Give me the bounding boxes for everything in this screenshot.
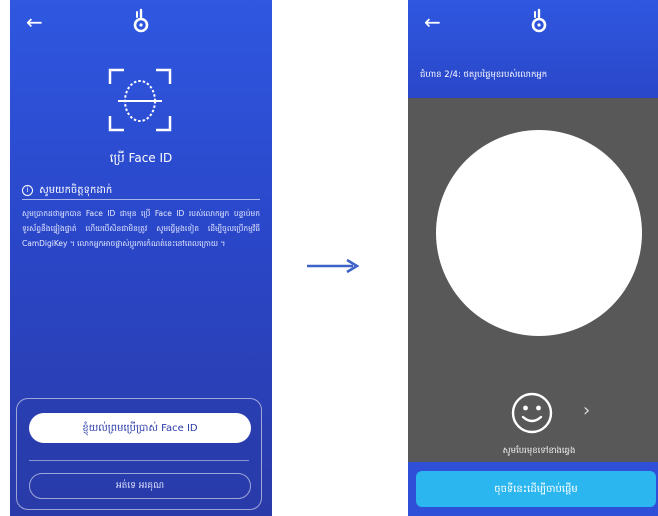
skip-button[interactable]: អត់ទេ អរគុណ xyxy=(29,473,251,499)
info-circle-icon: i xyxy=(22,184,33,196)
arrow-right-icon xyxy=(307,258,360,274)
header: ← ជំហាន 2/4: ថតរូបផ្ទៃមុខរបស់លោកអ្នក xyxy=(408,0,658,98)
agree-face-id-button[interactable]: ខ្ញុំយល់ព្រមប្រើប្រាស់ Face ID xyxy=(29,413,251,443)
smile-face-icon xyxy=(511,392,553,434)
note-title: i សូមយកចិត្តទុកដាក់ xyxy=(22,183,112,198)
key-logo-icon xyxy=(133,8,149,33)
note-body: សូមប្រាកដថាអ្នកបាន Face ID ជាមុន ប្រើ Fa… xyxy=(22,209,260,248)
chevron-right-icon[interactable]: › xyxy=(583,400,590,421)
step-indicator: ជំហាន 2/4: ថតរូបផ្ទៃមុខរបស់លោកអ្នក xyxy=(420,70,548,80)
divider xyxy=(22,199,260,200)
back-arrow-icon[interactable]: ← xyxy=(26,12,43,32)
divider xyxy=(29,460,249,461)
camera-preview-circle xyxy=(436,130,642,336)
back-arrow-icon[interactable]: ← xyxy=(424,12,441,32)
face-id-setup-screen: ← ប្រើ Face ID i សូមយកចិត្តទុកដាក់ សូមប្… xyxy=(10,0,272,516)
note-title-text: សូមយកចិត្តទុកដាក់ xyxy=(39,185,113,196)
start-capture-button[interactable]: ចុចទីនេះដើម្បីចាប់ផ្តើម xyxy=(416,471,656,507)
face-capture-screen: ← ជំហាន 2/4: ថតរូបផ្ទៃមុខរបស់លោកអ្នក › ស… xyxy=(408,0,658,516)
instruction-hint: សូមបែរមុខទៅខាងឆ្វេង xyxy=(502,446,576,456)
face-scan-icon xyxy=(108,68,172,132)
face-id-label: ប្រើ Face ID xyxy=(109,151,173,165)
consent-card: ខ្ញុំយល់ព្រមប្រើប្រាស់ Face ID អត់ទេ អរគ… xyxy=(16,398,262,510)
key-logo-icon xyxy=(531,8,547,33)
top-bar: ← xyxy=(10,0,272,50)
